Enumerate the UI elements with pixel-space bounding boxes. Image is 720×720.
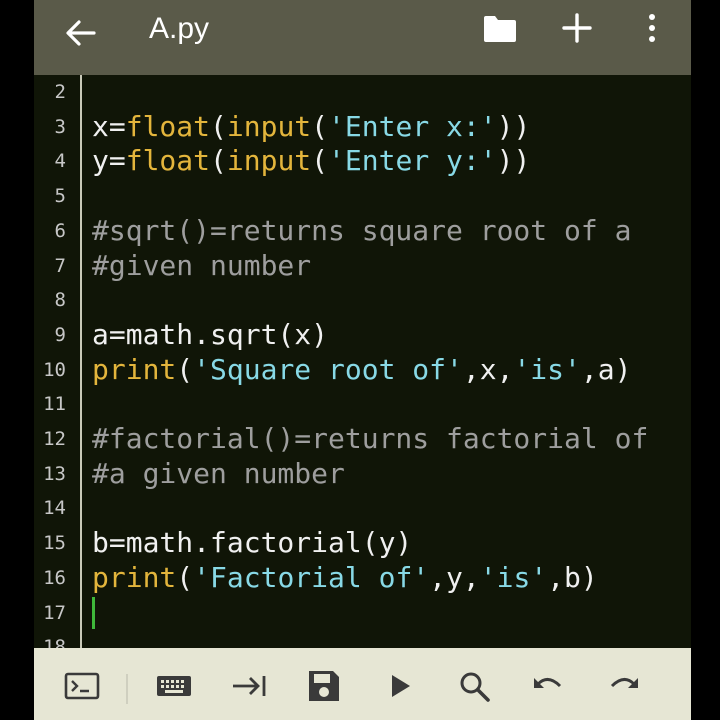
code-token: input xyxy=(226,109,312,143)
code-line[interactable]: 7 #given number xyxy=(34,249,691,283)
code-line[interactable]: 5 xyxy=(34,179,691,213)
line-number: 14 xyxy=(43,497,66,520)
code-token: #a given number xyxy=(92,456,345,490)
code-text: #factorial()=returns factorial of xyxy=(92,422,648,456)
line-number: 11 xyxy=(43,393,66,416)
code-text: b=math.factorial(y) xyxy=(92,526,412,560)
save-icon[interactable] xyxy=(304,666,344,706)
code-line[interactable]: 11 xyxy=(34,387,691,421)
line-number: 12 xyxy=(43,428,66,450)
line-number: 16 xyxy=(43,566,66,589)
code-line[interactable]: 4 y=float(input('Enter y:')) xyxy=(34,144,691,178)
line-number: 8 xyxy=(54,289,66,312)
code-token: ,b) xyxy=(547,560,598,594)
code-line[interactable]: 10 print('Square root of',x,'is',a) xyxy=(34,353,691,387)
code-token: ,y, xyxy=(429,560,480,594)
code-token: 'Enter y:' xyxy=(328,144,497,178)
code-token: 'is' xyxy=(479,560,548,594)
code-token: 'Square root of' xyxy=(193,352,463,386)
code-line[interactable]: 17 xyxy=(34,596,691,630)
code-token: b=math.factorial(y) xyxy=(92,526,413,560)
plus-icon[interactable] xyxy=(561,10,593,46)
code-text: #given number xyxy=(92,249,311,283)
code-token: )) xyxy=(496,109,531,143)
line-number: 9 xyxy=(54,323,66,346)
code-token: input xyxy=(226,144,312,178)
code-text: #a given number xyxy=(92,457,345,491)
back-arrow-icon[interactable] xyxy=(60,13,100,53)
code-line[interactable]: 8 xyxy=(34,283,691,317)
toolbar-separator xyxy=(126,674,128,704)
code-token: ( xyxy=(210,144,227,178)
text-cursor xyxy=(92,596,95,629)
code-text: x=float(input('Enter x:')) xyxy=(92,110,530,144)
code-token: #sqrt()=returns square root of a xyxy=(92,213,632,247)
search-icon[interactable] xyxy=(454,666,494,706)
code-token: 'Factorial of' xyxy=(193,560,430,594)
code-token: x= xyxy=(92,109,126,143)
code-token: 'is' xyxy=(513,352,581,386)
line-number: 4 xyxy=(54,150,66,173)
code-text: y=float(input('Enter y:')) xyxy=(92,144,530,178)
keyboard-icon[interactable] xyxy=(154,666,194,706)
line-number: 15 xyxy=(43,532,66,555)
line-number: 6 xyxy=(54,219,66,242)
code-text: a=math.sqrt(x) xyxy=(92,318,328,352)
redo-icon[interactable] xyxy=(604,666,644,706)
code-token: float xyxy=(125,144,211,178)
code-token: ( xyxy=(311,144,329,178)
code-line[interactable]: 14 xyxy=(34,491,691,525)
undo-icon[interactable] xyxy=(528,666,568,706)
line-number: 3 xyxy=(54,115,66,138)
code-line[interactable]: 15 b=math.factorial(y) xyxy=(34,526,691,560)
line-number: 5 xyxy=(54,185,66,208)
code-token: ,x, xyxy=(462,352,514,386)
code-editor[interactable]: 2 3 x=float(input('Enter x:')) 4 y=float(inp… xyxy=(34,75,691,658)
app-bar: A.py xyxy=(34,0,691,75)
code-token: #given number xyxy=(92,248,312,282)
folder-icon[interactable] xyxy=(482,14,518,44)
line-number: 2 xyxy=(54,81,66,103)
line-number: 13 xyxy=(43,462,66,485)
code-token: ( xyxy=(176,560,194,594)
line-number: 17 xyxy=(43,601,66,624)
line-number: 7 xyxy=(54,254,66,277)
code-line[interactable]: 16 print('Factorial of',y,'is',b) xyxy=(34,561,691,595)
more-vert-icon[interactable] xyxy=(643,12,661,44)
code-token: #factorial()=returns factorial of xyxy=(92,422,649,455)
code-text: #sqrt()=returns square root of a xyxy=(92,214,631,248)
code-line[interactable]: 12 #factorial()=returns factorial of xyxy=(34,422,691,456)
tab-indent-icon[interactable] xyxy=(230,666,270,706)
phone-screen: A.py 2 3 x=float(input('Enter x:')) 4 y=floa… xyxy=(34,0,691,720)
bottom-toolbar xyxy=(34,648,691,720)
terminal-icon[interactable] xyxy=(62,666,102,706)
code-token: print xyxy=(92,352,177,386)
code-token: ,a) xyxy=(580,352,632,386)
code-line[interactable]: 6 #sqrt()=returns square root of a xyxy=(34,214,691,248)
code-line[interactable]: 9 a=math.sqrt(x) xyxy=(34,318,691,352)
file-title: A.py xyxy=(149,12,210,45)
code-token: )) xyxy=(496,144,531,178)
code-token: ( xyxy=(311,109,329,143)
code-line[interactable]: 2 xyxy=(34,75,691,109)
code-token: 'Enter x:' xyxy=(328,109,497,143)
code-token: ( xyxy=(210,109,227,143)
run-icon[interactable] xyxy=(380,666,420,706)
code-token: print xyxy=(92,560,177,594)
code-token: float xyxy=(125,109,211,143)
code-line[interactable]: 3 x=float(input('Enter x:')) xyxy=(34,110,691,144)
code-text: print('Factorial of',y,'is',b) xyxy=(92,561,598,595)
line-number: 10 xyxy=(43,358,66,381)
code-line[interactable]: 13 #a given number xyxy=(34,457,691,491)
code-token: ( xyxy=(176,352,194,386)
code-text: print('Square root of',x,'is',a) xyxy=(92,353,631,387)
code-token: y= xyxy=(92,144,126,178)
code-token: a=math.sqrt(x) xyxy=(92,317,329,351)
